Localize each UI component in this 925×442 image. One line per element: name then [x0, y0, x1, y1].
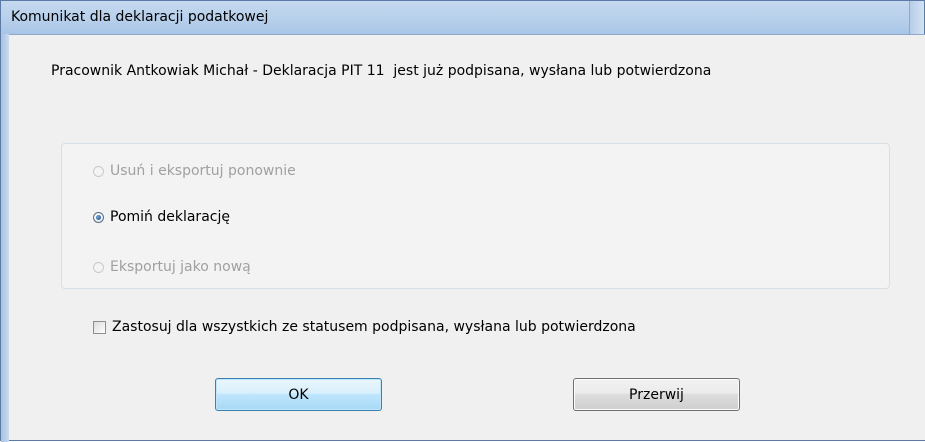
apply-to-all-checkbox-row[interactable]: Zastosuj dla wszystkich ze statusem podp…	[93, 317, 636, 337]
radio-label: Pomiń deklarację	[110, 209, 230, 225]
window-title: Komunikat dla deklaracji podatkowej	[11, 9, 269, 25]
radio-button-selected-icon[interactable]	[93, 211, 104, 223]
apply-to-all-checkbox[interactable]	[93, 320, 106, 334]
radio-option-export-as-new[interactable]: Eksportuj jako nową	[93, 257, 251, 277]
radio-label: Eksportuj jako nową	[110, 259, 251, 275]
radio-button-icon[interactable]	[93, 165, 104, 177]
message-text: Pracownik Antkowiak Michał - Deklaracja …	[51, 63, 712, 79]
radio-option-delete-reexport[interactable]: Usuń i eksportuj ponownie	[93, 161, 296, 181]
apply-to-all-label: Zastosuj dla wszystkich ze statusem podp…	[112, 319, 636, 335]
ok-button[interactable]: OK	[215, 378, 382, 411]
window-left-border	[1, 34, 9, 442]
radio-option-skip-declaration[interactable]: Pomiń deklarację	[93, 207, 230, 227]
radio-label: Usuń i eksportuj ponownie	[110, 163, 296, 179]
dialog-window: Komunikat dla deklaracji podatkowej Prac…	[0, 0, 925, 442]
title-bar[interactable]: Komunikat dla deklaracji podatkowej	[1, 1, 924, 34]
cancel-button[interactable]: Przerwij	[573, 378, 740, 411]
radio-button-icon[interactable]	[93, 261, 104, 273]
